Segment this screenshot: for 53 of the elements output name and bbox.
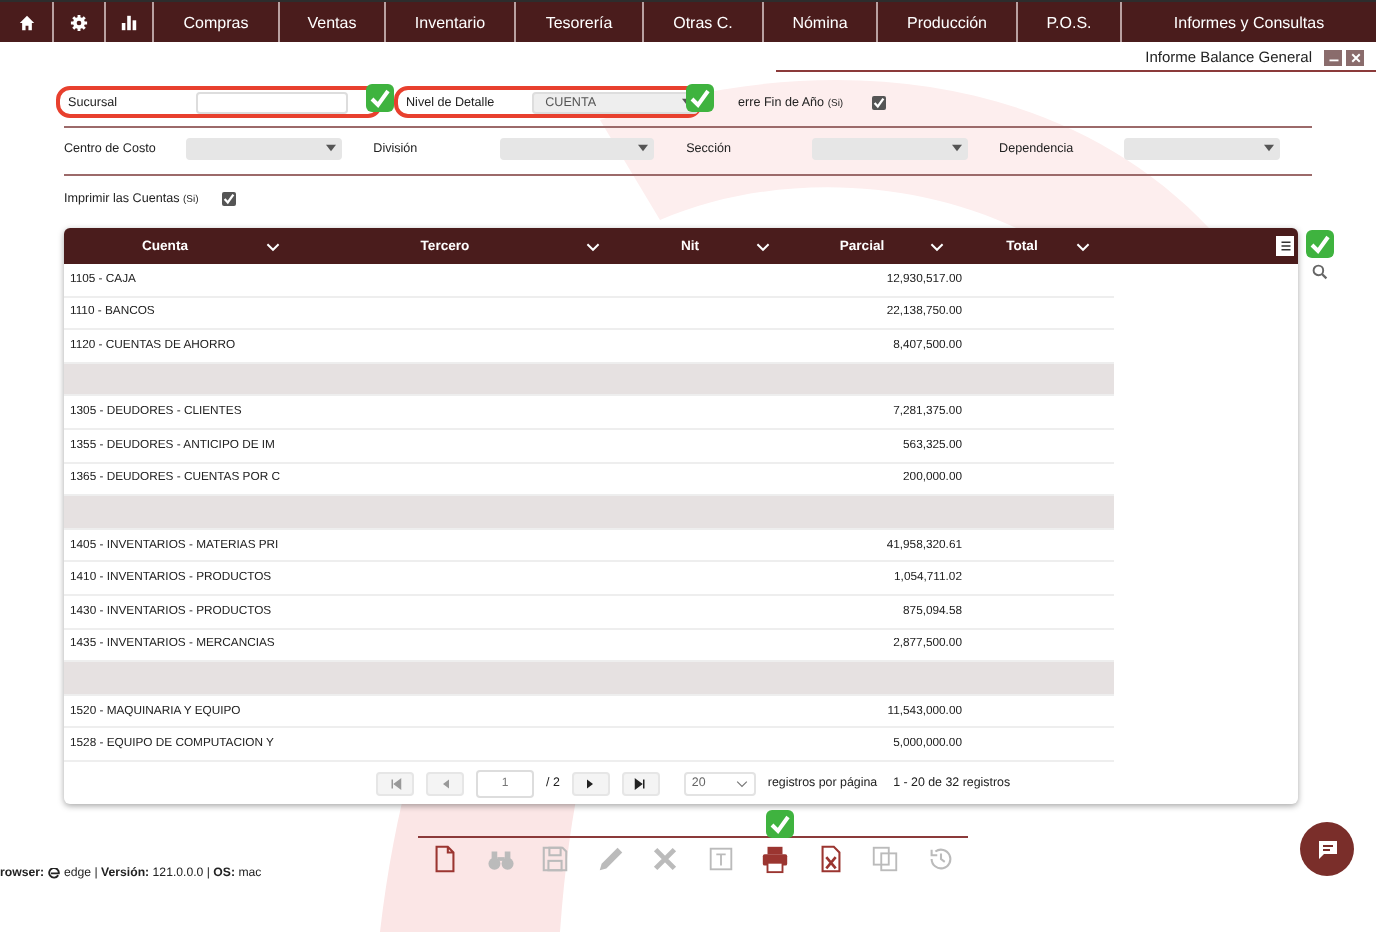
menu-item[interactable]: Otras C. <box>644 2 764 42</box>
history-icon <box>925 844 956 874</box>
menu-item[interactable]: Inventario <box>386 2 516 42</box>
chevron-icon <box>930 241 944 251</box>
close-icon <box>1349 51 1361 63</box>
chevron-icon <box>735 779 748 788</box>
chevron-icon <box>586 241 600 251</box>
chat-button[interactable] <box>1300 822 1354 876</box>
check-icon <box>1306 230 1334 258</box>
browser-icon <box>48 867 61 879</box>
x-icon <box>650 844 681 874</box>
menu-item[interactable]: Nómina <box>764 2 878 42</box>
chevron-icon <box>1076 241 1090 251</box>
bar-chart-icon <box>120 13 138 31</box>
menu-icon <box>1279 240 1291 252</box>
search-icon[interactable] <box>1312 264 1328 280</box>
menu-item[interactable]: Compras <box>154 2 280 42</box>
caret-icon <box>1263 144 1274 152</box>
pencil-icon <box>595 844 626 874</box>
menu-item[interactable]: Tesorería <box>516 2 644 42</box>
text-icon <box>705 844 736 874</box>
chat-icon <box>1315 837 1339 861</box>
caret-icon <box>951 144 962 152</box>
menu-item[interactable]: P.O.S. <box>1018 2 1122 42</box>
input-field[interactable] <box>196 91 348 113</box>
save-icon <box>540 844 571 874</box>
menu-button[interactable] <box>1276 236 1294 256</box>
new-button[interactable] <box>430 844 460 874</box>
last-page-button[interactable] <box>621 771 660 796</box>
next-page-icon <box>584 777 597 790</box>
print-button[interactable] <box>760 844 791 874</box>
previous-page-icon <box>439 777 451 790</box>
close-button[interactable] <box>1346 49 1364 65</box>
first-page-button[interactable] <box>376 771 414 796</box>
checkbox[interactable] <box>222 191 237 205</box>
next-page-button[interactable] <box>571 771 610 796</box>
caret-icon <box>325 144 336 152</box>
previous-page-button[interactable] <box>426 771 464 796</box>
copy-icon <box>870 844 901 874</box>
chevron-icon <box>266 241 280 251</box>
menu-item[interactable]: Informes y Consultas <box>1122 2 1376 42</box>
caret-icon <box>638 144 649 152</box>
settings-icon <box>70 13 88 31</box>
first-page-icon <box>389 777 401 790</box>
home-icon <box>17 13 35 31</box>
check-icon <box>766 810 794 838</box>
printer-icon <box>760 844 791 874</box>
menu-item[interactable]: Ventas <box>280 2 386 42</box>
chevron-icon <box>756 241 770 251</box>
menu-item[interactable]: Producción <box>878 2 1018 42</box>
document-icon <box>430 844 460 874</box>
minimize-button[interactable] <box>1324 49 1342 65</box>
last-page-icon <box>634 777 647 790</box>
